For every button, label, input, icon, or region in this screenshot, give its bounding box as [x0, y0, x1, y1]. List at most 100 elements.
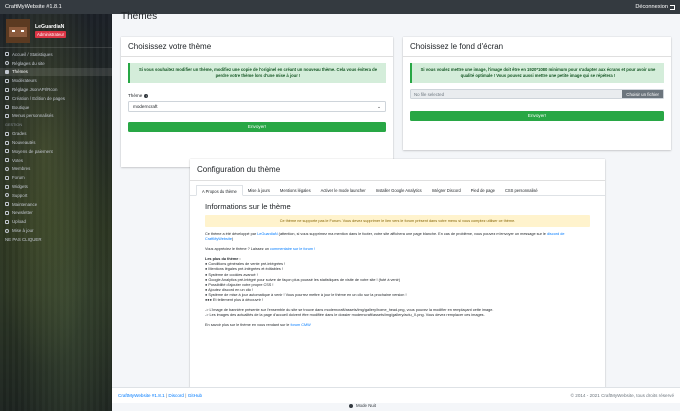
gavel-icon [5, 131, 9, 136]
sidebar-section-header: Gestion [5, 123, 23, 128]
sidebar-item-label: Membres [12, 166, 31, 172]
sidebar-item-label: Upload [12, 219, 26, 225]
sidebar-item-label: Modérateurs [12, 78, 37, 84]
file-placeholder: No file selected [411, 90, 623, 98]
credit-card-icon [5, 149, 9, 154]
theme-alert: Si vous souhaitez modifier un thème, mod… [128, 63, 386, 83]
newspaper-icon [5, 140, 9, 145]
background-card-title: Choisissez le fond d'écran [403, 37, 671, 57]
night-mode-toggle[interactable]: Mode Nuit [349, 403, 376, 408]
username[interactable]: LeGuardiaN [35, 24, 66, 30]
main-content: Thèmes Choisissez votre thème Si vous so… [112, 11, 680, 411]
footer-discord-link[interactable]: Discord [168, 393, 184, 398]
sidebar-item-update[interactable]: Mise à jour [0, 226, 112, 235]
wrench-icon [5, 202, 9, 207]
sidebar-item-do-not-click[interactable]: NE PAS CLIQUER [0, 235, 112, 244]
page-title: Thèmes [121, 11, 158, 22]
sidebar-item-pages[interactable]: Création / Edition de pages [0, 94, 112, 103]
vote-icon [5, 158, 9, 163]
terminal-icon [5, 87, 9, 92]
sidebar-item-label: Maintenance [12, 201, 38, 207]
logout-label: Déconnexion [635, 4, 668, 10]
sidebar-item-upload[interactable]: Upload [0, 217, 112, 226]
tab-footer[interactable]: Pied de page [466, 185, 500, 196]
sidebar-nav: Accueil / Statistiques Réglages du site … [0, 48, 112, 244]
more-info-paragraph: En savoir plus sur le thème en vous rend… [205, 323, 311, 328]
sidebar-item-widgets[interactable]: Widgets [0, 182, 112, 191]
forum-warning: Ce thème ne supporte pas le Forum. Vous … [205, 215, 590, 227]
tab-legal[interactable]: Mentions légales [275, 185, 316, 196]
theme-select[interactable]: moderncraft ⌄ [128, 101, 386, 112]
sidebar-item-maintenance[interactable]: Maintenance [0, 200, 112, 209]
sidebar-item-dashboard[interactable]: Accueil / Statistiques [0, 50, 112, 59]
widgets-icon [5, 184, 9, 189]
footer-version-link[interactable]: CraftMyWebsite #1.8.1 [118, 393, 165, 398]
theme-card-title: Choisissez votre thème [121, 37, 393, 57]
tab-discord[interactable]: Intégrer Discord [427, 185, 466, 196]
info-icon[interactable]: i [144, 93, 149, 98]
sidebar-item-label: Réglages du site [12, 60, 45, 66]
config-card-title: Configuration du thème [190, 159, 605, 181]
footer-links: CraftMyWebsite #1.8.1 | Discord | GitHub [118, 393, 203, 398]
sidebar-item-support[interactable]: Support [0, 191, 112, 200]
choose-file-button[interactable]: Choisir un fichier [622, 90, 663, 98]
sidebar-item-payments[interactable]: Moyens de paiement [0, 147, 112, 156]
forum-comment-link[interactable]: commentaire sur le forum ! [270, 247, 315, 251]
section-title: Informations sur le thème [205, 202, 291, 211]
sidebar-item-themes[interactable]: Thèmes [0, 67, 112, 77]
sidebar-item-settings[interactable]: Réglages du site [0, 59, 112, 68]
theme-submit-button[interactable]: Envoyer! [128, 122, 386, 132]
sidebar-item-newsletter[interactable]: Newsletter [0, 209, 112, 218]
forum-cmw-link[interactable]: forum CMW [290, 323, 310, 327]
paint-brush-icon [5, 69, 9, 74]
background-file-input[interactable]: No file selected Choisir un fichier [410, 89, 664, 99]
theme-label-text: Thème [128, 93, 143, 98]
brand-title[interactable]: CraftMyWebsite #1.8.1 [5, 4, 62, 10]
sidebar-item-jsonapi[interactable]: Réglage JsonAPI/Rcon [0, 85, 112, 94]
shield-icon [5, 78, 9, 83]
tab-analytics[interactable]: Installer Google Analytics [371, 185, 427, 196]
sidebar-item-moderators[interactable]: Modérateurs [0, 76, 112, 85]
refresh-icon [5, 228, 9, 233]
sidebar-item-shop[interactable]: Boutique [0, 103, 112, 112]
about-tab-pane: Informations sur le thème Ce thème ne su… [190, 196, 605, 334]
user-panel: LeGuardiaN Administrateur [0, 14, 112, 48]
sidebar-item-label: Création / Edition de pages [12, 95, 65, 101]
background-submit-button[interactable]: Envoyer! [410, 111, 664, 121]
sidebar-item-label: Nouveautés [12, 140, 36, 146]
pages-icon [5, 96, 9, 101]
tab-about[interactable]: A Propos du thème [196, 185, 243, 196]
tab-launcher[interactable]: Activer le mode launcher [316, 185, 371, 196]
sidebar-item-members[interactable]: Membres [0, 165, 112, 174]
sidebar-item-label: Boutique [12, 104, 30, 110]
sidebar-item-label: Grades [12, 131, 27, 137]
sidebar-item-label: Menus personnalisés [12, 113, 54, 119]
sidebar-item-menus[interactable]: Menus personnalisés [0, 112, 112, 121]
avatar [6, 18, 30, 43]
logout-button[interactable]: Déconnexion [635, 4, 675, 10]
author-link[interactable]: LeGuardiaN [257, 232, 277, 236]
mail-icon [5, 210, 9, 215]
sidebar-item-forum[interactable]: Forum [0, 173, 112, 182]
theme-config-card: Configuration du thème A Propos du thème… [190, 159, 605, 395]
sidebar-item-label: NE PAS CLIQUER [5, 236, 42, 242]
upload-icon [5, 219, 9, 224]
tab-css[interactable]: CSS personnalisé [500, 185, 543, 196]
top-navbar: CraftMyWebsite #1.8.1 Déconnexion [0, 0, 680, 14]
sidebar-item-label: Forum [12, 175, 25, 181]
sidebar-item-votes[interactable]: Votes [0, 156, 112, 165]
sidebar-item-label: Accueil / Statistiques [12, 51, 53, 57]
sidebar-item-label: Support [12, 192, 28, 198]
chevron-down-icon: ⌄ [377, 103, 381, 109]
support-icon [5, 193, 9, 198]
sidebar-item-grades[interactable]: Grades [0, 129, 112, 138]
footer-github-link[interactable]: GitHub [188, 393, 202, 398]
sidebar-item-label: Moyens de paiement [12, 148, 53, 154]
sidebar-item-news[interactable]: Nouveautés [0, 138, 112, 147]
tab-updates[interactable]: Mise à jours [243, 185, 275, 196]
sidebar-item-label: Votes [12, 157, 23, 163]
dashboard-icon [5, 52, 9, 57]
background-alert: Si vous voulez mettre une image, l'image… [410, 63, 664, 83]
sidebar-item-label: Widgets [12, 184, 28, 190]
moon-icon [349, 403, 353, 408]
